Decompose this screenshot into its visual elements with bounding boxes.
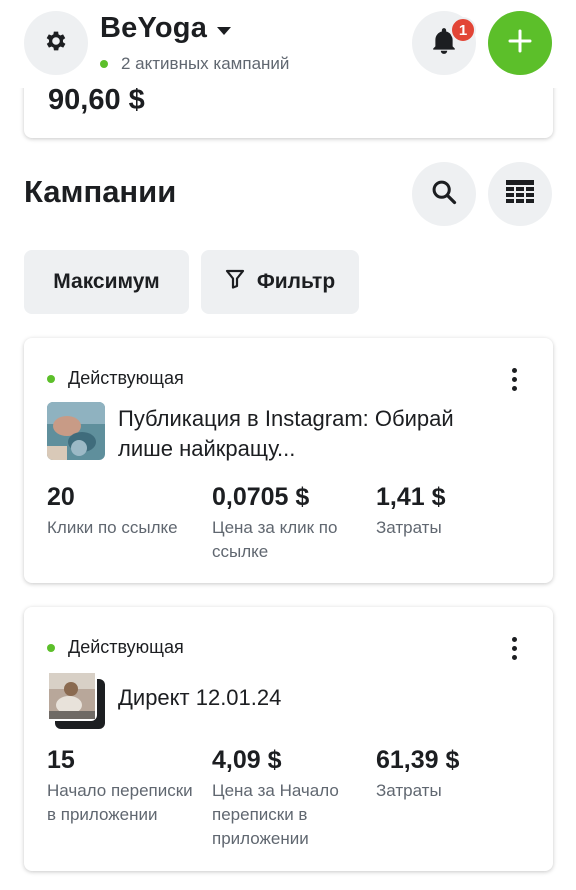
filter-icon xyxy=(225,269,257,295)
metric-spend: 1,41 $ Затраты xyxy=(376,482,526,540)
metric-cost-per-click: 0,0705 $ Цена за клик по ссылке xyxy=(212,482,362,564)
notifications-button[interactable]: 1 xyxy=(412,11,476,75)
campaign-status: Действующая xyxy=(47,637,184,658)
active-dot xyxy=(100,60,108,68)
sort-chip-label: Максимум xyxy=(53,270,160,293)
metric-conversations: 15 Начало переписки в приложении xyxy=(47,745,197,827)
settings-button[interactable] xyxy=(24,11,88,75)
campaign-status-label: Действующая xyxy=(68,368,184,388)
filter-chip[interactable]: Фильтр xyxy=(201,250,359,314)
metric-label: Затраты xyxy=(376,518,442,537)
search-icon xyxy=(430,178,458,211)
metric-label: Цена за клик по ссылке xyxy=(212,518,338,561)
campaigns-heading: Кампании xyxy=(24,174,177,209)
campaign-status: Действующая xyxy=(47,368,184,389)
status-dot xyxy=(47,374,55,383)
campaign-card[interactable]: Действующая Директ 12.01.24 15 Начало пе… xyxy=(24,607,553,871)
filter-chip-label: Фильтр xyxy=(256,270,336,293)
account-switcher[interactable]: BeYoga xyxy=(100,12,232,45)
plus-icon xyxy=(508,29,532,58)
status-dot xyxy=(47,643,55,652)
sort-chip[interactable]: Максимум xyxy=(24,250,189,314)
more-options-button[interactable] xyxy=(499,633,529,663)
table-view-button[interactable] xyxy=(488,162,552,226)
caret-down-icon xyxy=(217,26,232,35)
metric-value: 61,39 $ xyxy=(376,746,460,774)
create-campaign-button[interactable] xyxy=(488,11,552,75)
summary-amount: 90,60 $ xyxy=(48,84,145,116)
search-button[interactable] xyxy=(412,162,476,226)
metric-label: Цена за Начало переписки в приложении xyxy=(212,781,339,848)
metric-cost-per-conversation: 4,09 $ Цена за Начало переписки в прилож… xyxy=(212,745,362,851)
metric-value: 4,09 $ xyxy=(212,746,282,774)
campaign-thumbnail-stack xyxy=(47,671,109,733)
more-vert-icon xyxy=(511,636,517,642)
metric-value: 15 xyxy=(47,746,75,774)
metric-clicks: 20 Клики по ссылке xyxy=(47,482,197,540)
campaign-title: Директ 12.01.24 xyxy=(118,685,282,710)
table-icon xyxy=(506,179,534,209)
gear-icon xyxy=(43,28,69,59)
campaign-card[interactable]: Действующая Публикация в Instagram: Обир… xyxy=(24,338,553,583)
metric-label: Клики по ссылке xyxy=(47,518,178,537)
campaign-thumbnail xyxy=(47,402,105,460)
more-vert-icon xyxy=(511,367,517,373)
active-campaigns-status: 2 активных кампаний xyxy=(100,54,289,74)
metric-label: Начало переписки в приложении xyxy=(47,781,193,824)
metric-value: 0,0705 $ xyxy=(212,483,310,511)
metric-value: 20 xyxy=(47,483,75,511)
more-options-button[interactable] xyxy=(499,364,529,394)
account-name: BeYoga xyxy=(100,12,208,44)
metric-value: 1,41 $ xyxy=(376,483,446,511)
notification-badge: 1 xyxy=(450,17,476,43)
metric-label: Затраты xyxy=(376,781,442,800)
active-campaigns-text: 2 активных кампаний xyxy=(121,54,290,73)
campaign-title: Публикация в Instagram: Обирай лише найк… xyxy=(118,406,454,461)
campaign-status-label: Действующая xyxy=(68,637,184,657)
metric-spend: 61,39 $ Затраты xyxy=(376,745,526,803)
app-header: BeYoga 2 активных кампаний 1 xyxy=(0,0,576,88)
